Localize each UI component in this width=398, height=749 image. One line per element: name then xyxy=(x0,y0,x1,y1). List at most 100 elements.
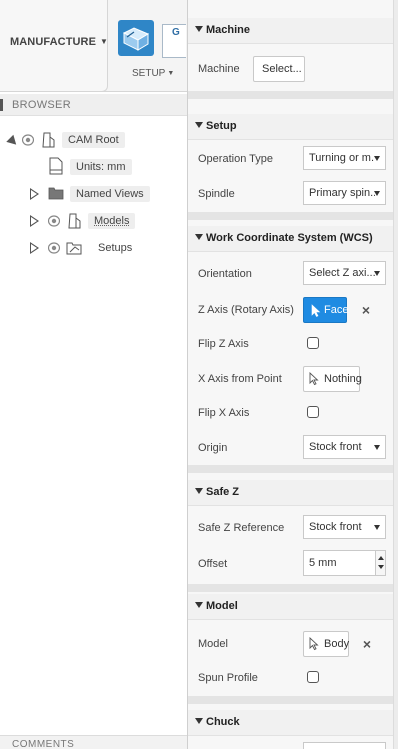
tree-node-label: Setups xyxy=(98,242,133,254)
flip-x-label: Flip X Axis xyxy=(198,407,250,419)
section-header-wcs[interactable]: Work Coordinate System (WCS) xyxy=(188,226,394,252)
flip-z-label: Flip Z Axis xyxy=(198,338,249,350)
model-value: Body xyxy=(324,638,350,650)
section-header-model[interactable]: Model xyxy=(188,594,394,620)
g-button-label: G xyxy=(172,27,180,38)
tree-node-named-views[interactable]: Named Views xyxy=(0,183,187,205)
cursor-arrow-icon xyxy=(309,637,319,651)
collapse-arrow-icon[interactable] xyxy=(195,234,203,240)
clear-model-icon[interactable]: × xyxy=(361,637,373,651)
tree-node-cam-root[interactable]: CAM Root xyxy=(0,129,187,151)
expand-toggle-icon[interactable] xyxy=(6,134,20,149)
section-separator xyxy=(188,212,394,220)
collapse-arrow-icon[interactable] xyxy=(195,26,203,32)
spinner-buttons[interactable] xyxy=(375,551,385,575)
z-axis-label: Z Axis (Rotary Axis) xyxy=(198,304,294,316)
scrollbar-track[interactable] xyxy=(393,0,398,749)
machine-label: Machine xyxy=(198,63,240,75)
g-button[interactable]: G xyxy=(162,24,186,58)
tree-node-label: Named Views xyxy=(70,186,150,202)
safe-z-reference-value: Stock front xyxy=(309,521,362,533)
safe-z-reference-label: Safe Z Reference xyxy=(198,522,285,534)
orientation-dropdown[interactable]: Select Z axi... xyxy=(303,261,386,285)
expand-toggle-icon[interactable] xyxy=(30,215,39,227)
setup-menu[interactable]: SETUP ▼ xyxy=(132,68,174,79)
origin-value: Stock front xyxy=(309,441,362,453)
section-title: Chuck xyxy=(206,716,240,728)
flip-x-checkbox[interactable] xyxy=(307,406,319,418)
section-title: Machine xyxy=(206,24,251,36)
section-title: Work Coordinate System (WCS) xyxy=(206,232,373,244)
collapse-arrow-icon[interactable] xyxy=(195,718,203,724)
tree-node-label: Units: mm xyxy=(70,159,132,175)
eye-icon[interactable] xyxy=(22,134,34,146)
eye-icon[interactable] xyxy=(48,242,60,254)
section-header-chuck[interactable]: Chuck xyxy=(188,710,394,736)
spun-profile-checkbox[interactable] xyxy=(307,671,319,683)
chevron-down-icon xyxy=(374,445,380,450)
workspace-switcher[interactable]: MANUFACTURE ▼ xyxy=(0,0,108,92)
tree-node-units[interactable]: Units: mm xyxy=(0,156,187,178)
tree-node-label: CAM Root xyxy=(62,132,125,148)
offset-label: Offset xyxy=(198,558,228,570)
collapse-arrow-icon[interactable] xyxy=(195,488,203,494)
machine-select-button[interactable]: Select... xyxy=(253,56,305,82)
section-title: Safe Z xyxy=(206,486,240,498)
comments-title: COMMENTS xyxy=(12,739,75,749)
left-pane: MANUFACTURE ▼ G SETUP ▼ BROWSER CAM Root… xyxy=(0,0,187,749)
x-axis-value: Nothing xyxy=(324,373,362,385)
increment-icon[interactable] xyxy=(378,556,384,560)
chevron-down-icon xyxy=(374,525,380,530)
chevron-down-icon xyxy=(374,156,380,161)
operation-type-label: Operation Type xyxy=(198,153,274,165)
safe-z-reference-dropdown[interactable]: Stock front xyxy=(303,515,386,539)
spindle-value: Primary spin... xyxy=(309,187,375,199)
tree-node-setups[interactable]: Setups xyxy=(0,237,187,259)
collapse-arrow-icon[interactable] xyxy=(195,122,203,128)
workspace-name: MANUFACTURE xyxy=(10,36,97,48)
z-axis-selection[interactable]: Face xyxy=(303,297,349,323)
spindle-label: Spindle xyxy=(198,188,235,200)
comments-header[interactable]: COMMENTS xyxy=(0,735,187,749)
x-axis-label: X Axis from Point xyxy=(198,373,282,385)
cursor-arrow-icon xyxy=(309,372,319,386)
setups-icon xyxy=(66,242,82,255)
x-axis-selection[interactable]: Nothing xyxy=(303,366,362,392)
expand-toggle-icon[interactable] xyxy=(30,188,39,200)
clear-z-axis-icon[interactable]: × xyxy=(360,303,372,317)
chuck-field[interactable] xyxy=(303,742,386,749)
section-separator xyxy=(188,696,394,704)
setup-icon[interactable] xyxy=(118,20,154,56)
offset-value: 5 mm xyxy=(309,557,337,569)
collapse-bar[interactable] xyxy=(0,99,3,111)
setup-menu-label: SETUP xyxy=(132,68,166,79)
flip-z-checkbox[interactable] xyxy=(307,337,319,349)
document-icon xyxy=(49,157,63,175)
offset-spinner[interactable]: 5 mm xyxy=(303,550,386,576)
origin-dropdown[interactable]: Stock front xyxy=(303,435,386,459)
orientation-value: Select Z axi... xyxy=(309,267,375,279)
chevron-down-icon xyxy=(374,191,380,196)
spindle-dropdown[interactable]: Primary spin... xyxy=(303,181,386,205)
expand-toggle-icon[interactable] xyxy=(30,242,39,254)
cursor-arrow-icon xyxy=(311,304,321,317)
section-header-safe-z[interactable]: Safe Z xyxy=(188,480,394,506)
workspace-label[interactable]: MANUFACTURE ▼ xyxy=(10,36,108,48)
section-header-machine[interactable]: Machine xyxy=(188,18,394,44)
section-separator xyxy=(188,91,394,99)
eye-icon[interactable] xyxy=(48,215,60,227)
chevron-down-icon xyxy=(374,271,380,276)
cam-root-icon xyxy=(42,132,55,148)
z-axis-value: Face xyxy=(324,304,349,316)
section-header-setup[interactable]: Setup xyxy=(188,114,394,140)
browser-header[interactable]: BROWSER xyxy=(0,94,187,116)
tree-node-label: Models xyxy=(88,213,136,229)
operation-type-value: Turning or m... xyxy=(309,152,375,164)
decrement-icon[interactable] xyxy=(378,565,384,569)
tree-node-models[interactable]: Models xyxy=(0,210,187,232)
section-title: Model xyxy=(206,600,238,612)
operation-type-dropdown[interactable]: Turning or m... xyxy=(303,146,386,170)
model-selection[interactable]: Body xyxy=(303,631,349,657)
browser-title: BROWSER xyxy=(12,99,71,111)
collapse-arrow-icon[interactable] xyxy=(195,602,203,608)
